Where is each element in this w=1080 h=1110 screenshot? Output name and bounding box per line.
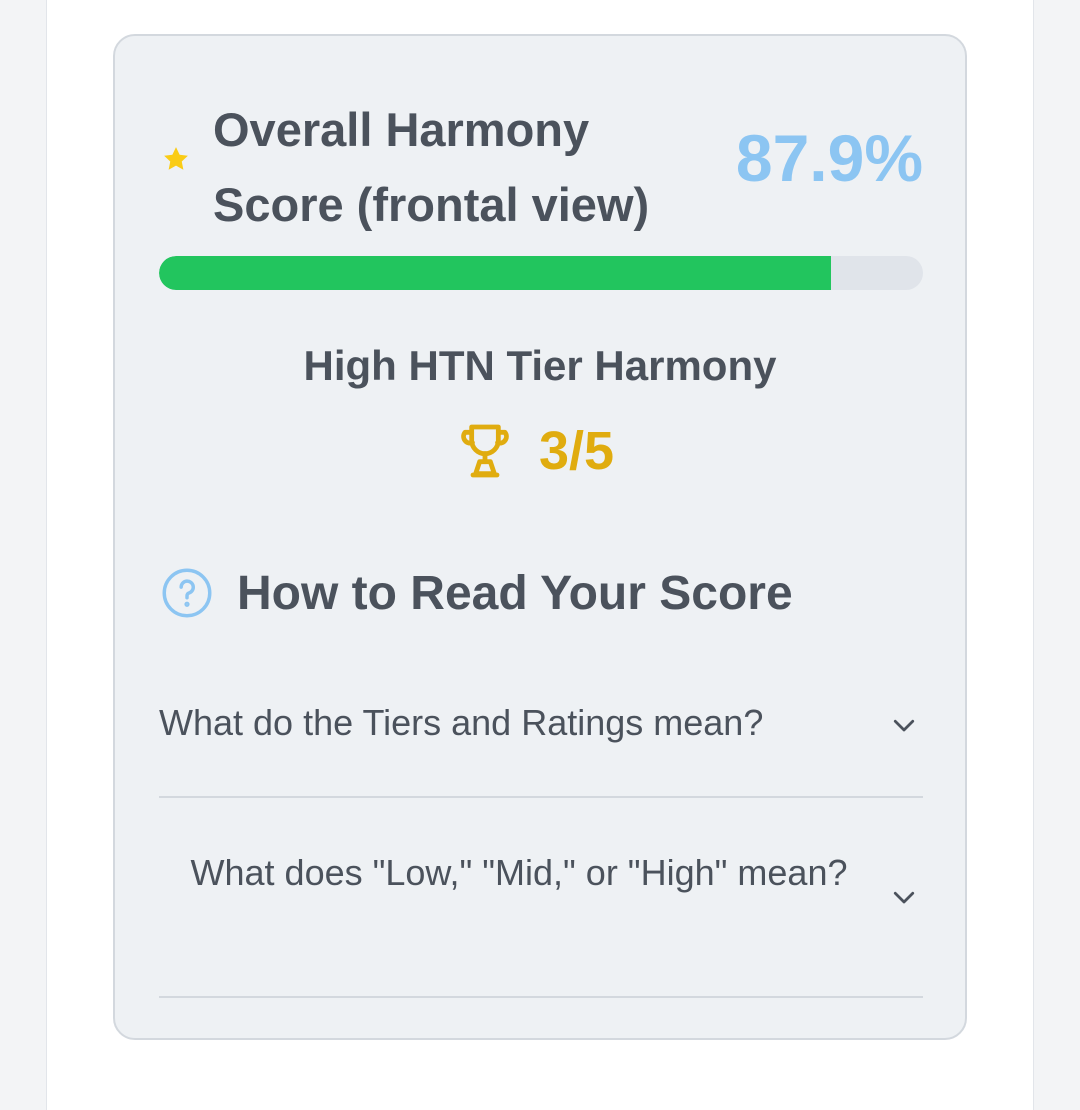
score-value: 87.9% xyxy=(735,121,923,195)
faq-tiers-ratings[interactable]: What do the Tiers and Ratings mean? xyxy=(159,676,923,798)
tier-rating: 3/5 xyxy=(453,416,614,486)
tier-score: 3/5 xyxy=(539,421,615,481)
tier-label: High HTN Tier Harmony xyxy=(303,342,777,389)
question-circle-icon xyxy=(162,568,212,618)
harmony-score-card: Overall Harmony Score (frontal view) 87.… xyxy=(113,34,967,1040)
chevron-down-icon[interactable] xyxy=(889,882,919,912)
star-icon xyxy=(164,147,188,170)
faq-low-mid-high[interactable]: What does "Low," "Mid," or "High" mean? xyxy=(159,834,923,998)
faq-question: What do the Tiers and Ratings mean? xyxy=(159,702,764,743)
faq-question: What does "Low," "Mid," or "High" mean? xyxy=(190,852,848,893)
chevron-down-icon[interactable] xyxy=(889,710,919,740)
guide-heading: How to Read Your Score xyxy=(161,560,793,626)
score-title: Overall Harmony Score (frontal view) xyxy=(213,103,650,231)
score-progress-fill xyxy=(159,256,831,290)
score-progress-bar xyxy=(159,256,923,290)
guide-title: How to Read Your Score xyxy=(237,566,793,620)
score-header: Overall Harmony Score (frontal view) 87.… xyxy=(161,80,923,240)
trophy-icon xyxy=(461,424,509,478)
